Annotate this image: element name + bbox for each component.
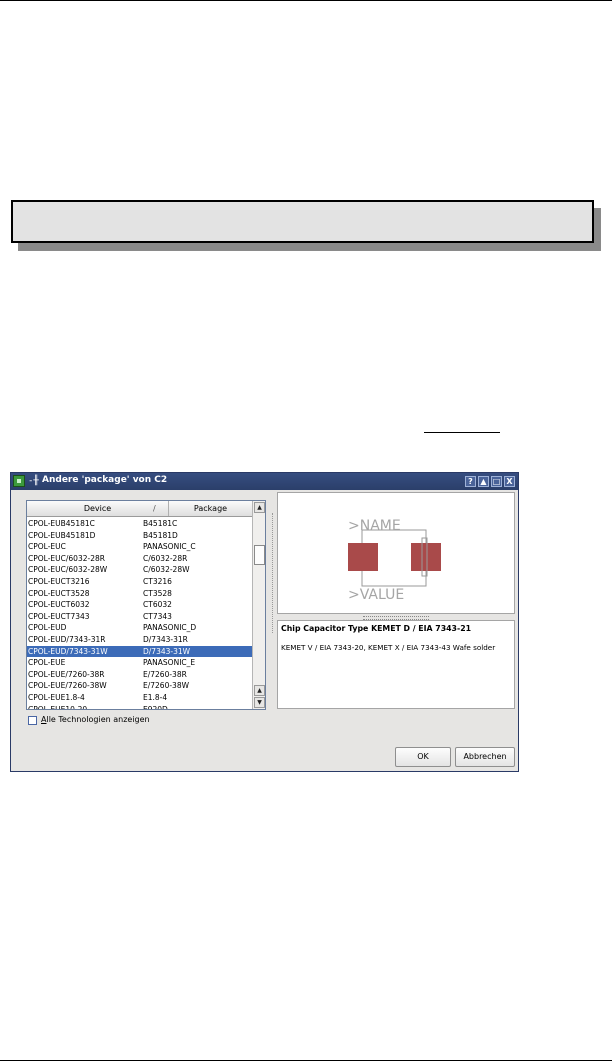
table-row[interactable]: CPOL-EUB45181D B45181D bbox=[27, 530, 252, 542]
smd-pad-left bbox=[348, 543, 378, 571]
table-row[interactable]: CPOL-EUD/7343-31W D/7343-31W bbox=[27, 645, 252, 658]
list-header: Device / Package bbox=[27, 501, 252, 517]
package-cell: D/7343-31W bbox=[143, 646, 191, 656]
device-cell: CPOL-EUCT3216 bbox=[28, 576, 90, 586]
description-title: Chip Capacitor Type KEMET D / EIA 7343-2… bbox=[281, 624, 472, 633]
package-cell: CT3528 bbox=[143, 588, 172, 598]
table-row[interactable]: CPOL-EUCT3528 CT3528 bbox=[27, 588, 252, 600]
close-button[interactable]: X bbox=[504, 476, 515, 487]
device-cell: CPOL-EUE10-20 bbox=[28, 704, 88, 710]
package-preview: >NAME >VALUE bbox=[277, 492, 515, 614]
value-placeholder: >VALUE bbox=[348, 587, 404, 603]
table-row[interactable]: CPOL-EUE10-20 E920D bbox=[27, 704, 252, 710]
table-row[interactable]: CPOL-EUD PANASONIC_D bbox=[27, 622, 252, 634]
package-cell: CT6032 bbox=[143, 600, 172, 610]
label-rest: lle Technologien anzeigen bbox=[46, 715, 150, 724]
maximize-button[interactable]: □ bbox=[491, 476, 502, 487]
table-row[interactable]: CPOL-EUC/6032-28R C/6032-28R bbox=[27, 553, 252, 565]
package-cell: PANASONIC_E bbox=[143, 658, 196, 668]
eagle-app-icon bbox=[13, 475, 25, 487]
table-row[interactable]: CPOL-EUE/7260-38R E/7260-38R bbox=[27, 669, 252, 681]
package-cell: E1.8-4 bbox=[143, 692, 168, 702]
scroll-up-icon[interactable]: ▲ bbox=[254, 502, 265, 513]
package-cell: PANASONIC_D bbox=[143, 623, 197, 633]
device-cell: CPOL-EUE/7260-38W bbox=[28, 681, 107, 691]
table-row[interactable]: CPOL-EUB45181C B45181C bbox=[27, 518, 252, 530]
package-cell: D/7343-31R bbox=[143, 634, 188, 644]
page-bottom-rule bbox=[0, 1060, 612, 1061]
device-cell: CPOL-EUCT3528 bbox=[28, 588, 90, 598]
description-body: KEMET V / EIA 7343-20, KEMET X / EIA 734… bbox=[281, 643, 496, 652]
sort-indicator-icon: / bbox=[153, 504, 156, 513]
package-preview-canvas: >NAME >VALUE bbox=[348, 518, 441, 603]
smd-pad-right bbox=[411, 543, 441, 571]
package-cell: CT7343 bbox=[143, 611, 172, 621]
table-row[interactable]: CPOL-EUC/6032-28W C/6032-28W bbox=[27, 564, 252, 576]
package-cell: C/6032-28R bbox=[143, 553, 188, 563]
minimize-button[interactable]: ▲ bbox=[478, 476, 489, 487]
callout-box bbox=[11, 200, 594, 243]
table-row[interactable]: CPOL-EUCT6032 CT6032 bbox=[27, 599, 252, 611]
package-cell: C/6032-28W bbox=[143, 565, 190, 575]
device-list[interactable]: Device / Package CPOL-EUB45181C B45181C CP… bbox=[26, 500, 266, 710]
table-row[interactable]: CPOL-EUD/7343-31R D/7343-31R bbox=[27, 634, 252, 646]
package-cell: B45181D bbox=[143, 530, 178, 540]
help-button[interactable]: ? bbox=[465, 476, 476, 487]
link-underline bbox=[424, 432, 500, 433]
column-header-package[interactable]: Package bbox=[169, 501, 252, 516]
list-scrollbar[interactable]: ▲ ▲ ▼ bbox=[252, 501, 265, 709]
package-dialog: -╫ Andere 'package' von C2 ? ▲ □ X Devic… bbox=[10, 472, 519, 772]
device-cell: CPOL-EUE bbox=[28, 658, 66, 668]
table-row[interactable]: CPOL-EUE PANASONIC_E bbox=[27, 657, 252, 669]
device-cell: CPOL-EUC/6032-28R bbox=[28, 553, 105, 563]
device-cell: CPOL-EUD/7343-31W bbox=[28, 646, 108, 656]
table-row[interactable]: CPOL-EUE/7260-38W E/7260-38W bbox=[27, 680, 252, 692]
dialog-title: Andere 'package' von C2 bbox=[42, 475, 168, 485]
package-cell: PANASONIC_C bbox=[143, 542, 196, 552]
device-cell: CPOL-EUE1.8-4 bbox=[28, 692, 85, 702]
package-cell: B45181C bbox=[143, 519, 178, 528]
name-placeholder: >NAME bbox=[348, 518, 401, 534]
package-cell: CT3216 bbox=[143, 576, 172, 586]
device-cell: CPOL-EUB45181D bbox=[28, 530, 96, 540]
ok-button[interactable]: OK bbox=[395, 747, 451, 767]
show-all-technologies-label: Alle Technologien anzeigen bbox=[41, 715, 150, 724]
scroll-down-icon[interactable]: ▼ bbox=[254, 697, 265, 708]
table-row[interactable]: CPOL-EUCT3216 CT3216 bbox=[27, 576, 252, 588]
table-row[interactable]: CPOL-EUC PANASONIC_C bbox=[27, 541, 252, 553]
table-row[interactable]: CPOL-EUE1.8-4 E1.8-4 bbox=[27, 692, 252, 704]
device-cell: CPOL-EUC bbox=[28, 542, 66, 552]
device-cell: CPOL-EUD/7343-31R bbox=[28, 634, 106, 644]
device-cell: CPOL-EUC/6032-28W bbox=[28, 565, 108, 575]
device-cell: CPOL-EUCT7343 bbox=[28, 611, 90, 621]
device-cell: CPOL-EUB45181C bbox=[28, 519, 95, 528]
cancel-button[interactable]: Abbrechen bbox=[455, 747, 515, 767]
package-icon: -╫ bbox=[28, 476, 39, 486]
page-top-rule bbox=[0, 0, 612, 1]
device-cell: CPOL-EUD bbox=[28, 623, 67, 633]
panel-splitter-vertical[interactable] bbox=[272, 513, 273, 633]
device-cell: CPOL-EUE/7260-38R bbox=[28, 669, 105, 679]
list-rows: CPOL-EUB45181C B45181C CPOL-EUB45181D B4518… bbox=[27, 518, 252, 710]
table-row[interactable]: CPOL-EUCT7343 CT7343 bbox=[27, 611, 252, 623]
show-all-technologies-checkbox[interactable] bbox=[28, 716, 37, 725]
package-cell: E/7260-38W bbox=[143, 681, 190, 691]
scrollbar-thumb[interactable] bbox=[254, 545, 265, 565]
dialog-titlebar[interactable]: -╫ Andere 'package' von C2 ? ▲ □ X bbox=[11, 473, 518, 490]
package-description: Chip Capacitor Type KEMET D / EIA 7343-2… bbox=[277, 620, 515, 709]
device-cell: CPOL-EUCT6032 bbox=[28, 600, 90, 610]
package-cell: E920D bbox=[143, 704, 168, 710]
package-cell: E/7260-38R bbox=[143, 669, 187, 679]
scroll-up-icon[interactable]: ▲ bbox=[254, 685, 265, 696]
column-header-device[interactable]: Device bbox=[27, 501, 169, 516]
